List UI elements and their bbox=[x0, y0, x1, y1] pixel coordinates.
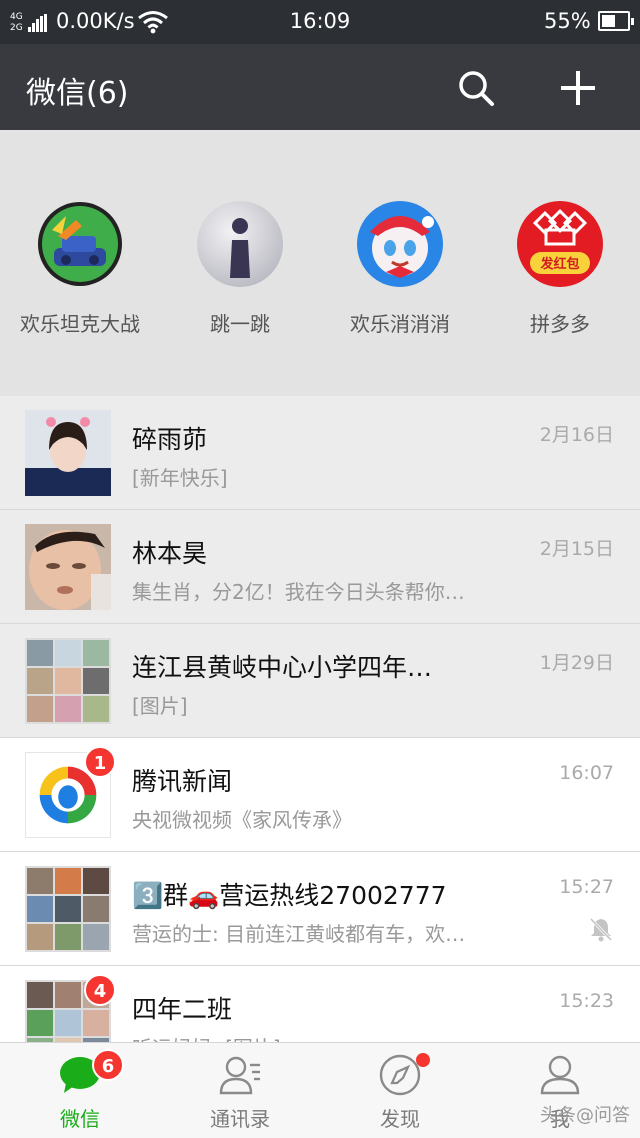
chat-name: 腾讯新闻 bbox=[132, 767, 233, 796]
app-header: 微信(6) bbox=[0, 44, 640, 130]
chat-preview: 听远妈妈: [图片] bbox=[132, 1032, 281, 1042]
bottom-tab-bar: 6 微信 通讯录 发现 我 头条@问答 bbox=[0, 1042, 640, 1138]
chat-row[interactable]: 1 腾讯新闻 央视微视频《家风传承》 16:07 bbox=[0, 738, 640, 852]
mini-program-label: 欢乐消消消 bbox=[350, 312, 450, 336]
plus-icon[interactable] bbox=[558, 68, 598, 108]
chat-preview: [新年快乐] bbox=[132, 466, 228, 490]
chat-time: 2月16日 bbox=[539, 424, 614, 446]
chat-name: 碎雨茆 bbox=[132, 425, 208, 454]
mini-program-pinduoduo[interactable]: 发红包 拼多多 bbox=[480, 200, 640, 337]
new-content-dot bbox=[416, 1053, 430, 1067]
match-game-icon bbox=[357, 201, 443, 287]
chat-row[interactable]: 连江县黄岐中心小学四年… [图片] 1月29日 bbox=[0, 624, 640, 738]
chat-name: 四年二班 bbox=[132, 995, 233, 1024]
tab-contacts[interactable]: 通讯录 bbox=[160, 1043, 320, 1138]
chat-preview: 央视微视频《家风传承》 bbox=[132, 808, 352, 832]
chat-time: 16:07 bbox=[559, 762, 614, 784]
unread-badge: 4 bbox=[84, 974, 116, 1006]
chat-name: 3️⃣群🚗营运热线27002777 bbox=[132, 881, 447, 910]
group-avatar bbox=[25, 638, 111, 724]
chat-preview: 集生肖，分2亿！我在今日头条帮你… bbox=[132, 580, 465, 604]
chat-time: 1月29日 bbox=[539, 652, 614, 674]
group-avatar bbox=[25, 866, 111, 952]
chat-name: 林本昊 bbox=[132, 539, 208, 568]
person-icon bbox=[540, 1055, 580, 1095]
mini-program-label: 跳一跳 bbox=[210, 312, 270, 336]
mini-program-tank[interactable]: 欢乐坦克大战 bbox=[0, 200, 160, 337]
chat-preview: 营运的士: 目前连江黄岐都有车，欢… bbox=[132, 922, 466, 946]
chat-time: 15:27 bbox=[559, 876, 614, 898]
chat-row[interactable]: 碎雨茆 [新年快乐] 2月16日 bbox=[0, 396, 640, 510]
status-bar: 4G 2G 0.00K/s 16:09 55% bbox=[0, 0, 640, 44]
pinduoduo-icon-text: 发红包 bbox=[539, 256, 579, 272]
battery-percent: 55% bbox=[544, 9, 591, 33]
unread-badge: 6 bbox=[92, 1049, 124, 1081]
chat-row[interactable]: 3️⃣群🚗营运热线27002777 营运的士: 目前连江黄岐都有车，欢… 15:… bbox=[0, 852, 640, 966]
search-icon[interactable] bbox=[456, 68, 496, 108]
tab-label: 发现 bbox=[380, 1107, 420, 1131]
mute-bell-icon bbox=[589, 917, 613, 942]
chat-time: 2月15日 bbox=[539, 538, 614, 560]
avatar bbox=[25, 410, 111, 496]
watermark: 头条@问答 bbox=[540, 1105, 630, 1126]
contacts-icon bbox=[219, 1056, 260, 1095]
tab-discover[interactable]: 发现 bbox=[320, 1043, 480, 1138]
tab-chats[interactable]: 6 微信 bbox=[0, 1043, 160, 1138]
tab-label: 微信 bbox=[60, 1107, 100, 1131]
mini-programs-panel: 欢乐坦克大战 跳一跳 欢乐消消消 发红包 拼多多 bbox=[0, 130, 640, 396]
chat-row[interactable]: 4 四年二班 听远妈妈: [图片] 15:23 bbox=[0, 966, 640, 1042]
chat-list: 碎雨茆 [新年快乐] 2月16日 林本昊 集生肖，分2亿！我在今日头条帮你… 2… bbox=[0, 396, 640, 1042]
tank-game-icon bbox=[38, 202, 122, 286]
page-title: 微信(6) bbox=[26, 76, 129, 111]
mini-program-label: 拼多多 bbox=[530, 312, 590, 336]
chat-row[interactable]: 林本昊 集生肖，分2亿！我在今日头条帮你… 2月15日 bbox=[0, 510, 640, 624]
mini-program-label: 欢乐坦克大战 bbox=[20, 312, 140, 336]
unread-badge: 1 bbox=[84, 746, 116, 778]
battery-icon bbox=[598, 11, 634, 31]
chat-preview: [图片] bbox=[132, 694, 188, 718]
avatar bbox=[25, 524, 111, 610]
tab-label: 通讯录 bbox=[210, 1107, 270, 1131]
mini-program-jump[interactable]: 跳一跳 bbox=[160, 200, 320, 337]
jump-game-icon bbox=[197, 201, 283, 287]
mini-program-match[interactable]: 欢乐消消消 bbox=[320, 200, 480, 337]
chat-name: 连江县黄岐中心小学四年… bbox=[132, 653, 433, 682]
chat-time: 15:23 bbox=[559, 990, 614, 1012]
pinduoduo-icon: 发红包 bbox=[517, 201, 603, 287]
